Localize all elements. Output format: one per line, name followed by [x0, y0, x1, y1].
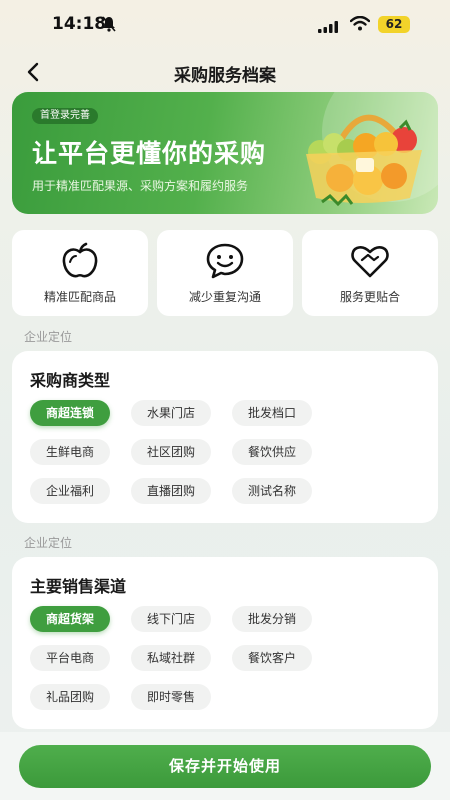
- chip-option[interactable]: 即时零售: [131, 684, 212, 710]
- status-time: 14:18: [52, 14, 107, 34]
- handshake-heart-icon: [351, 245, 389, 278]
- feature-label: 服务更贴合: [339, 290, 400, 304]
- chip-option[interactable]: 批发分销: [232, 606, 313, 632]
- feature-row: 精准匹配商品 减少重复沟通 服务更贴合: [12, 230, 438, 316]
- sales-channel-card: 主要销售渠道 商超货架 线下门店 批发分销 平台电商 私域社群 餐饮客户 礼品团…: [12, 557, 438, 729]
- save-and-start-button[interactable]: 保存并开始使用: [19, 745, 431, 788]
- chip-option[interactable]: 线下门店: [131, 606, 212, 632]
- section-caption: 企业定位: [24, 536, 73, 550]
- buyer-type-title: 采购商类型: [30, 371, 111, 390]
- feature-label: 精准匹配商品: [43, 290, 116, 304]
- battery-indicator: 62: [378, 16, 410, 33]
- sales-channel-title: 主要销售渠道: [30, 577, 127, 596]
- chip-option[interactable]: 餐饮供应: [232, 439, 313, 465]
- bottom-bar: 保存并开始使用: [0, 732, 450, 800]
- bell-muted-icon: [102, 16, 116, 36]
- chip-option[interactable]: 平台电商: [30, 645, 111, 671]
- chip-option[interactable]: 批发档口: [232, 400, 313, 426]
- feature-card-communication: 减少重复沟通: [157, 230, 293, 316]
- banner-title: 让平台更懂你的采购: [32, 139, 267, 168]
- nav-bar: 采购服务档案: [0, 55, 450, 89]
- chip-option[interactable]: 直播团购: [131, 478, 212, 504]
- feature-card-service: 服务更贴合: [302, 230, 438, 316]
- chip-option[interactable]: 餐饮客户: [232, 645, 313, 671]
- chip-option[interactable]: 商超货架: [30, 606, 111, 632]
- signal-icon: [318, 18, 338, 37]
- hero-banner: 首登录完善 让平台更懂你的采购 用于精准匹配果源、采购方案和履约服务: [12, 92, 438, 214]
- wifi-icon: [349, 15, 371, 35]
- feature-label: 减少重复沟通: [188, 290, 261, 304]
- feature-card-match: 精准匹配商品: [12, 230, 148, 316]
- status-bar: 14:18 62: [0, 0, 450, 50]
- buyer-type-card: 采购商类型 商超连锁 水果门店 批发档口 生鲜电商 社区团购 餐饮供应 企业福利…: [12, 351, 438, 523]
- chip-option[interactable]: 生鲜电商: [30, 439, 111, 465]
- banner-tag: 首登录完善: [32, 108, 98, 124]
- apple-icon: [62, 242, 98, 278]
- chip-option[interactable]: 商超连锁: [30, 400, 111, 426]
- chip-option[interactable]: 测试名称: [232, 478, 313, 504]
- chip-option[interactable]: 礼品团购: [30, 684, 111, 710]
- chat-smile-icon: [206, 243, 244, 279]
- chip-option[interactable]: 社区团购: [131, 439, 212, 465]
- chip-option[interactable]: 水果门店: [131, 400, 212, 426]
- fruit-basket-illustration: [306, 92, 438, 207]
- chip-option[interactable]: 私域社群: [131, 645, 212, 671]
- chip-option[interactable]: 企业福利: [30, 478, 111, 504]
- page-title: 采购服务档案: [174, 66, 276, 86]
- section-caption: 企业定位: [24, 330, 73, 344]
- banner-subtitle: 用于精准匹配果源、采购方案和履约服务: [32, 179, 249, 193]
